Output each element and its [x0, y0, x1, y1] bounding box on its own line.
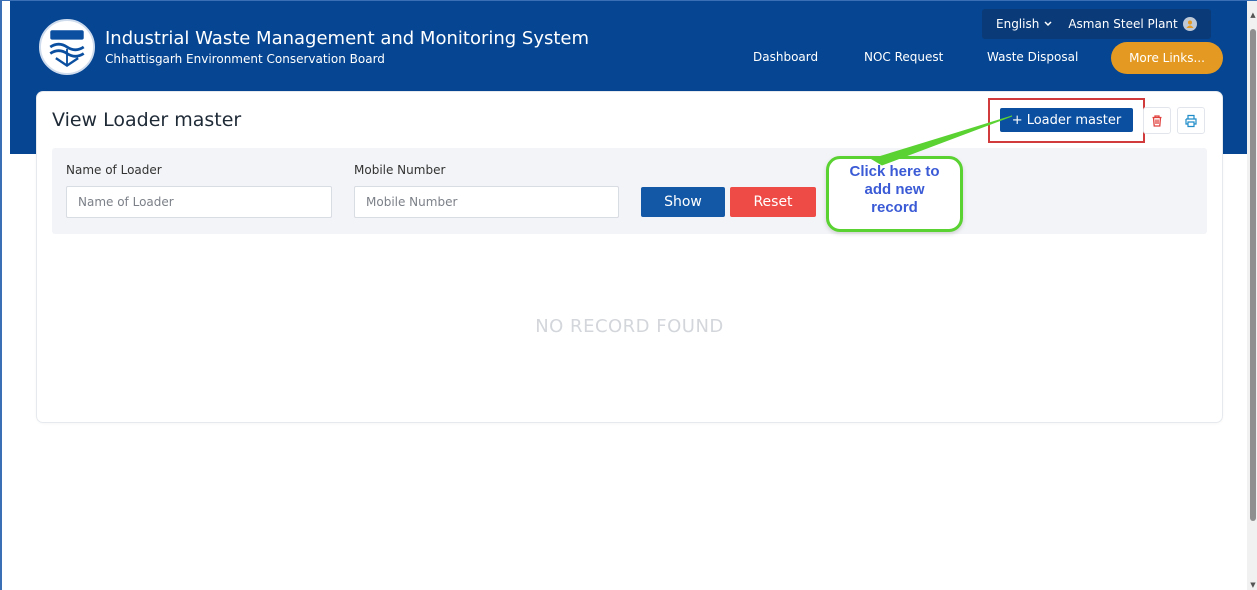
mobile-number-input[interactable]	[354, 186, 619, 218]
name-of-loader-input[interactable]	[66, 186, 332, 218]
callout-line: Click here to	[849, 163, 940, 180]
app-subtitle: Chhattisgarh Environment Conservation Bo…	[105, 52, 385, 66]
callout-line: add new	[864, 181, 925, 198]
chevron-down-icon	[1044, 21, 1052, 27]
utility-bar: English Asman Steel Plant	[982, 9, 1211, 39]
board-emblem-icon	[49, 30, 85, 67]
browser-frame: Industrial Waste Management and Monitori…	[0, 0, 1257, 590]
filter-panel: Name of Loader Mobile Number Show Reset	[52, 148, 1207, 234]
user-icon	[1182, 17, 1197, 31]
user-name: Asman Steel Plant	[1068, 17, 1178, 31]
page-scrollbar[interactable]: ▲ ▼	[1247, 1, 1257, 590]
more-links-button[interactable]: More Links...	[1111, 42, 1223, 74]
mobile-number-label: Mobile Number	[354, 163, 446, 177]
reset-button[interactable]: Reset	[730, 187, 816, 217]
language-selector[interactable]: English	[988, 17, 1060, 31]
empty-state-message: NO RECORD FOUND	[535, 316, 724, 337]
add-loader-master-button[interactable]: + Loader master	[1000, 108, 1133, 132]
loader-master-card: View Loader master + Loader master Name …	[37, 92, 1222, 422]
nav-noc-request[interactable]: NOC Request	[864, 50, 943, 64]
printer-icon	[1185, 114, 1197, 127]
scroll-down-icon[interactable]: ▼	[1247, 579, 1257, 590]
callout-line: record	[871, 199, 918, 216]
print-button[interactable]	[1177, 107, 1205, 134]
user-menu[interactable]: Asman Steel Plant	[1060, 17, 1204, 31]
plus-icon: +	[1011, 112, 1023, 128]
show-button[interactable]: Show	[641, 187, 725, 217]
trash-icon	[1152, 114, 1162, 127]
nav-waste-disposal[interactable]: Waste Disposal	[987, 50, 1078, 64]
scrollbar-thumb[interactable]	[1250, 29, 1256, 521]
logo	[39, 19, 95, 75]
help-callout: Click here to add new record	[826, 156, 963, 232]
nav-dashboard[interactable]: Dashboard	[753, 50, 818, 64]
delete-button[interactable]	[1143, 107, 1171, 134]
add-button-label: Loader master	[1026, 112, 1122, 128]
app-title: Industrial Waste Management and Monitori…	[105, 28, 590, 49]
name-of-loader-label: Name of Loader	[66, 163, 162, 177]
language-label: English	[996, 17, 1040, 31]
scroll-up-icon[interactable]: ▲	[1247, 9, 1257, 21]
page-title: View Loader master	[52, 109, 242, 131]
